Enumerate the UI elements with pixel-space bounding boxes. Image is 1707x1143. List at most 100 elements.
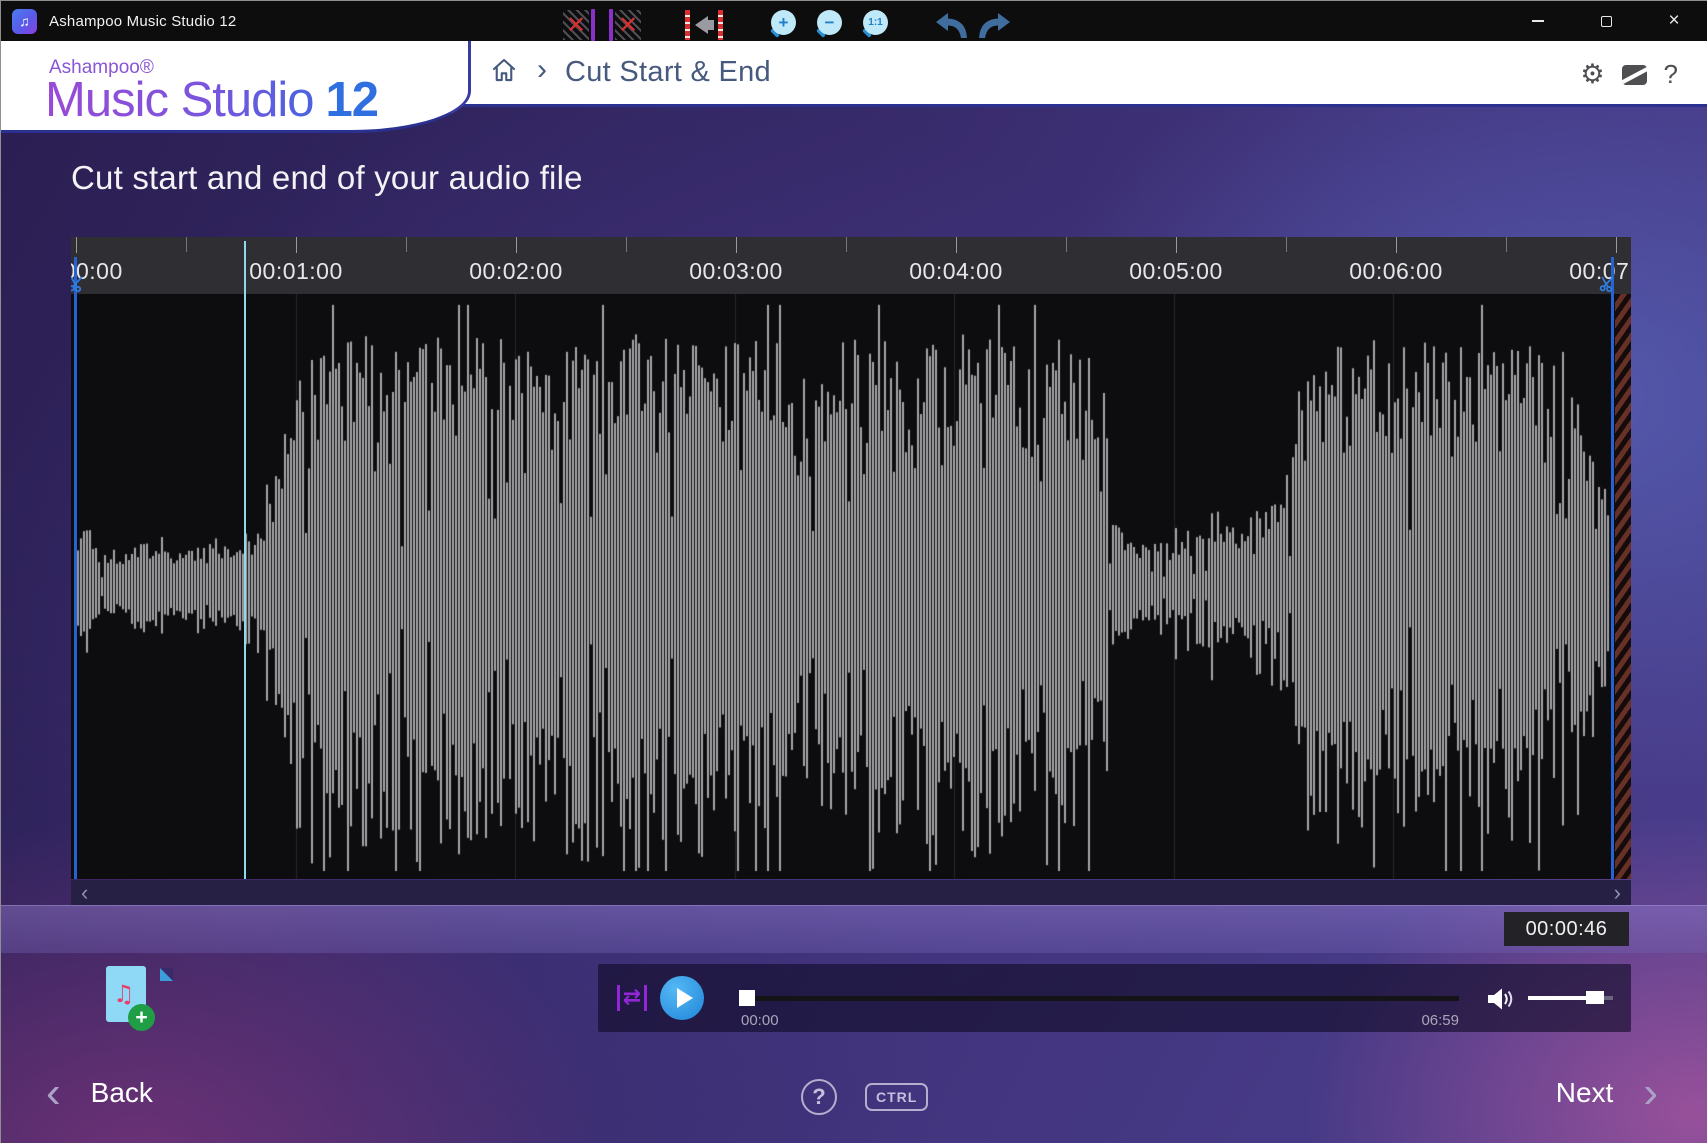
window-title: Ashampoo Music Studio 12 <box>49 13 236 30</box>
help-icon[interactable]: ? <box>1664 59 1678 90</box>
shortcut-help-button[interactable]: ? <box>801 1079 837 1115</box>
seek-track[interactable] <box>748 996 1459 1001</box>
cut-after-end-button[interactable]: ✕ <box>599 1 643 49</box>
zoom-out-button[interactable]: − <box>813 1 845 49</box>
loop-button[interactable]: ⇄ <box>610 978 654 1018</box>
timeline-tick <box>846 237 847 252</box>
elapsed-time: 00:00 <box>741 1012 779 1029</box>
minimize-icon <box>1532 20 1544 22</box>
volume-icon[interactable] <box>1486 987 1514 1016</box>
back-button[interactable]: ‹ Back <box>46 1073 153 1113</box>
next-button[interactable]: Next › <box>1556 1073 1658 1113</box>
cut-x-icon: ✕ <box>566 13 586 37</box>
volume-fill <box>1528 996 1592 1000</box>
waveform-scrollbar[interactable]: ‹ › <box>71 880 1631 905</box>
timeline-tick <box>1616 237 1617 253</box>
brand-version: 12 <box>326 73 379 127</box>
zoom-in-icon: + <box>771 10 796 35</box>
total-duration: 06:59 <box>1411 1012 1459 1029</box>
back-chevron-icon: ‹ <box>46 1073 61 1113</box>
loop-icon: ⇄ <box>623 987 641 1009</box>
start-marker-scissors-icon[interactable] <box>71 275 85 297</box>
breadcrumb-chevron-icon: › <box>537 53 547 87</box>
zoom-in-button[interactable]: + <box>767 1 799 49</box>
timeline-label: 00:04:00 <box>886 258 1026 285</box>
timeline-tick <box>76 237 77 253</box>
redo-button[interactable] <box>975 1 1013 49</box>
timeline-tick <box>1176 237 1177 253</box>
player-bar: ⇄ 00:00 06:59 <box>598 964 1631 1032</box>
speaker-cone-icon <box>695 16 708 34</box>
trimmed-region-hatch <box>1615 294 1631 879</box>
timeline-label: 00:03:00 <box>666 258 806 285</box>
waveform-canvas[interactable] <box>71 294 1631 879</box>
cut-x-icon: ✕ <box>618 13 638 37</box>
timeline-tick <box>1506 237 1507 252</box>
timeline-tick <box>516 237 517 253</box>
breadcrumb: › Cut Start & End <box>489 53 771 91</box>
add-file-button[interactable]: ♫ + <box>104 964 156 1038</box>
trim-bound-icon <box>685 10 690 40</box>
timeline-tick <box>956 237 957 253</box>
close-button[interactable]: × <box>1640 1 1707 41</box>
music-note-icon: ♫ <box>113 980 135 1008</box>
zoom-reset-button[interactable]: 1:1 <box>859 1 891 49</box>
breadcrumb-title: Cut Start & End <box>565 56 771 89</box>
cursor-time-display: 00:00:46 <box>1504 912 1629 946</box>
feedback-icon[interactable] <box>1622 65 1647 85</box>
next-label: Next <box>1556 1077 1614 1109</box>
scroll-left-icon[interactable]: ‹ <box>81 883 88 903</box>
next-chevron-icon: › <box>1643 1073 1658 1113</box>
timeline-label: 00:05:00 <box>1106 258 1246 285</box>
selection-end-marker[interactable] <box>1611 257 1614 879</box>
home-icon[interactable] <box>489 55 519 90</box>
titlebar: ♫ Ashampoo Music Studio 12 × <box>1 1 1707 41</box>
trim-silence-button[interactable] <box>681 1 727 49</box>
play-icon <box>677 988 693 1008</box>
seek-handle[interactable] <box>739 990 755 1006</box>
timeline-tick <box>1396 237 1397 253</box>
timeline-tick <box>296 237 297 253</box>
marker-bar-icon <box>609 9 613 41</box>
zoom-one-to-one-icon: 1:1 <box>863 10 888 35</box>
timeline-label: 00:01:00 <box>226 258 366 285</box>
speaker-box-icon <box>708 20 714 30</box>
timeline-ruler[interactable]: 00:00:0000:01:0000:02:0000:03:0000:04:00… <box>71 237 1631 294</box>
maximize-button[interactable] <box>1572 1 1640 41</box>
editor-toolbar <box>1 905 1707 953</box>
timeline-label: 00:07:00 <box>1546 258 1631 285</box>
timeline-label: 00:02:00 <box>446 258 586 285</box>
close-icon: × <box>1668 10 1679 32</box>
end-marker-scissors-icon[interactable] <box>1599 275 1616 297</box>
undo-icon <box>934 12 970 39</box>
timeline-tick <box>186 237 187 252</box>
selection-start-marker[interactable] <box>74 257 77 879</box>
redo-icon <box>976 12 1012 39</box>
trim-bound-icon <box>718 10 723 40</box>
waveform-area[interactable] <box>71 294 1631 879</box>
add-plus-icon: + <box>128 1004 155 1031</box>
timeline-label: 00:06:00 <box>1326 258 1466 285</box>
app-icon: ♫ <box>12 9 37 34</box>
settings-gear-icon[interactable]: ⚙ <box>1580 61 1604 88</box>
header-actions: ⚙ ? <box>1580 59 1678 90</box>
scroll-right-icon[interactable]: › <box>1614 883 1621 903</box>
undo-button[interactable] <box>933 1 971 49</box>
volume-handle[interactable] <box>1586 991 1604 1004</box>
minimize-button[interactable] <box>1504 1 1572 41</box>
maximize-icon <box>1601 16 1612 27</box>
brand-name-main: Music Studio <box>45 73 314 127</box>
timeline-tick <box>1066 237 1067 252</box>
marker-bar-icon <box>591 9 595 41</box>
page-title: Cut start and end of your audio file <box>71 159 583 197</box>
playhead-cursor[interactable] <box>244 241 246 879</box>
timeline-tick <box>1286 237 1287 252</box>
waveform-editor: 00:00:0000:01:0000:02:0000:03:0000:04:00… <box>71 237 1631 905</box>
window-controls: × <box>1504 1 1707 41</box>
back-label: Back <box>91 1077 153 1109</box>
timeline-tick <box>626 237 627 252</box>
timeline-tick <box>736 237 737 253</box>
play-button[interactable] <box>660 976 704 1020</box>
ctrl-key-badge[interactable]: CTRL <box>865 1083 928 1111</box>
brand-logo: Ashampoo® Music Studio12 <box>1 41 471 133</box>
